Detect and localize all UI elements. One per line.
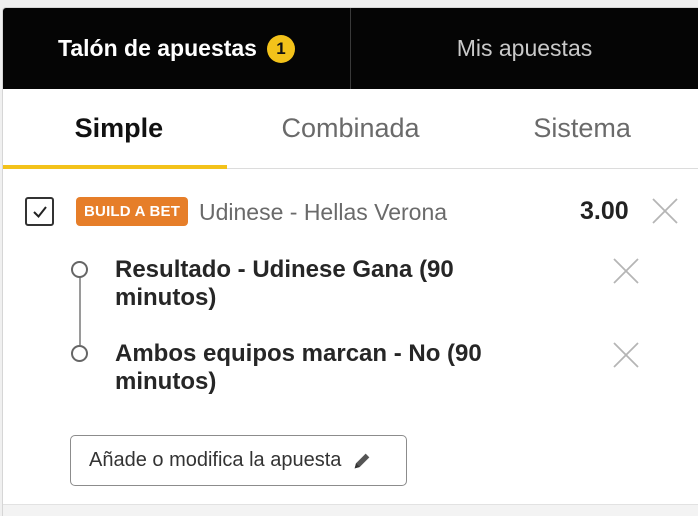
top-tabs: Talón de apuestas 1 Mis apuestas xyxy=(3,8,698,89)
bet-type-tabs: Simple Combinada Sistema xyxy=(3,89,698,169)
edit-bet-button[interactable]: Añade o modifica la apuesta xyxy=(70,435,407,486)
selection-item: Resultado - Udinese Gana (90 minutos) xyxy=(115,256,454,311)
tab-simple[interactable]: Simple xyxy=(3,89,235,169)
selection-dot xyxy=(71,345,88,362)
selection-timeline xyxy=(79,269,81,345)
tab-betslip-label: Talón de apuestas xyxy=(58,35,257,61)
check-icon xyxy=(32,205,47,218)
tab-combinada[interactable]: Combinada xyxy=(235,89,467,168)
betslip-panel: Talón de apuestas 1 Mis apuestas Simple … xyxy=(2,7,698,516)
bet-checkbox[interactable] xyxy=(25,197,54,226)
tab-betslip[interactable]: Talón de apuestas 1 xyxy=(3,8,350,89)
tab-sistema[interactable]: Sistema xyxy=(466,89,698,168)
betslip-count-badge: 1 xyxy=(266,34,295,63)
tab-my-bets[interactable]: Mis apuestas xyxy=(350,8,698,89)
build-a-bet-badge: BUILD A BET xyxy=(76,197,189,226)
remove-selection-close-icon[interactable] xyxy=(610,255,642,287)
bet-odds: 3.00 xyxy=(580,197,629,225)
remove-bet-close-icon[interactable] xyxy=(649,195,681,227)
bet-item: BUILD A BET Udinese - Hellas Verona 3.00… xyxy=(3,169,698,516)
footer-strip xyxy=(3,504,698,516)
selection-item: Ambos equipos marcan - No (90 minutos) xyxy=(115,340,482,395)
pencil-icon xyxy=(355,453,370,468)
tab-my-bets-label: Mis apuestas xyxy=(456,35,593,61)
remove-selection-close-icon[interactable] xyxy=(610,339,642,371)
selection-dot xyxy=(71,261,88,278)
edit-bet-label: Añade o modifica la apuesta xyxy=(89,449,342,471)
match-name: Udinese - Hellas Verona xyxy=(199,199,448,225)
